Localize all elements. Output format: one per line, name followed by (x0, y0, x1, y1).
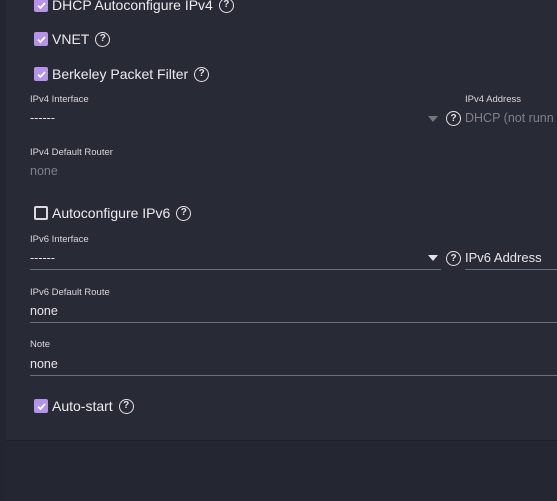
note-underline (30, 375, 557, 376)
vnet-label: VNET (52, 31, 90, 47)
ipv4-interface-label: IPv4 Interface (30, 94, 89, 105)
help-icon[interactable]: ? (446, 111, 461, 126)
ipv6-interface-underline (30, 269, 441, 270)
note-field[interactable]: none (30, 357, 58, 371)
help-icon[interactable]: ? (446, 251, 461, 266)
ipv6-interface-select[interactable]: ------ (30, 251, 55, 265)
ipv6-default-route-label: IPv6 Default Route (30, 287, 110, 298)
ipv6-address-field[interactable]: IPv6 Address (465, 250, 542, 265)
ipv4-address-label: IPv4 Address (465, 94, 521, 105)
ipv4-default-router-label: IPv4 Default Router (30, 147, 113, 158)
vnet-checkbox[interactable] (34, 32, 48, 46)
ipv6-default-route-underline (30, 322, 557, 323)
help-icon[interactable]: ? (218, 0, 234, 13)
help-icon[interactable]: ? (194, 66, 210, 82)
help-icon[interactable]: ? (118, 398, 134, 414)
checkmark-icon (36, 70, 46, 78)
autoconfigure-ipv6-label: Autoconfigure IPv6 (52, 205, 171, 221)
auto-start-option[interactable]: Auto-start ? (34, 398, 134, 414)
chevron-down-icon[interactable] (428, 116, 438, 122)
autoconfigure-ipv6-option[interactable]: Autoconfigure IPv6 ? (34, 205, 192, 221)
ipv4-interface-select[interactable]: ------ (30, 111, 55, 125)
note-label: Note (30, 339, 51, 350)
help-icon[interactable]: ? (176, 205, 192, 221)
auto-start-checkbox[interactable] (34, 399, 48, 413)
ipv6-default-route-field[interactable]: none (30, 304, 58, 318)
ipv4-address-field[interactable]: DHCP (not runn (465, 111, 554, 125)
berkeley-packet-filter-label: Berkeley Packet Filter (52, 66, 189, 82)
vnet-option[interactable]: VNET ? (34, 31, 111, 47)
dhcp-autoconfigure-ipv4-checkbox[interactable] (34, 0, 48, 12)
berkeley-packet-filter-checkbox[interactable] (34, 67, 48, 81)
ipv6-interface-label: IPv6 Interface (30, 234, 89, 245)
auto-start-label: Auto-start (52, 398, 113, 414)
chevron-down-icon[interactable] (428, 255, 438, 261)
panel-footer-area (6, 440, 557, 501)
checkmark-icon (36, 402, 46, 410)
checkmark-icon (36, 1, 46, 9)
dhcp-autoconfigure-ipv4-option[interactable]: DHCP Autoconfigure IPv4 ? (34, 0, 234, 13)
ipv6-address-underline (465, 269, 557, 270)
checkmark-icon (36, 35, 46, 43)
berkeley-packet-filter-option[interactable]: Berkeley Packet Filter ? (34, 66, 210, 82)
help-icon[interactable]: ? (95, 31, 111, 47)
ipv4-default-router-field[interactable]: none (30, 164, 58, 178)
autoconfigure-ipv6-checkbox[interactable] (34, 206, 48, 220)
dhcp-autoconfigure-ipv4-label: DHCP Autoconfigure IPv4 (52, 0, 213, 13)
